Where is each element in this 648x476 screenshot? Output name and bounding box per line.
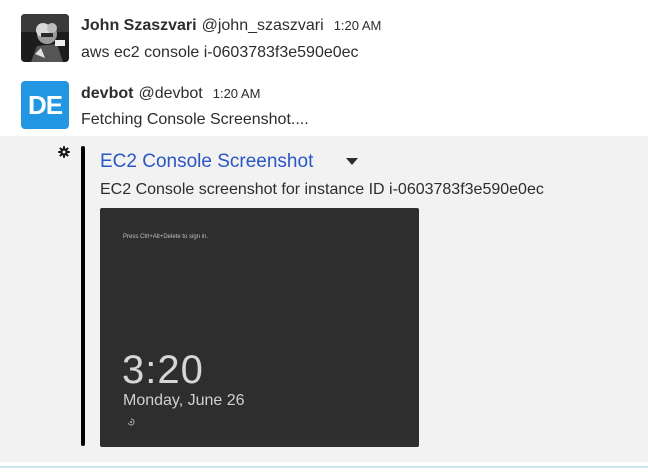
avatar[interactable] [21, 14, 69, 62]
gear-icon[interactable] [58, 146, 70, 158]
avatar[interactable]: DE [21, 81, 69, 129]
message-text: aws ec2 console i-0603783f3e590e0ec [81, 44, 359, 61]
message-item: DE devbot @devbot 1:20 AM Fetching Conso… [0, 68, 648, 136]
author-handle[interactable]: @john_szaszvari [202, 17, 324, 35]
message-header: devbot @devbot 1:20 AM [81, 85, 260, 103]
timestamp[interactable]: 1:20 AM [213, 86, 261, 101]
timestamp[interactable]: 1:20 AM [334, 18, 382, 33]
console-clock: 3:20 [122, 348, 204, 392]
avatar-initials: DE [27, 89, 63, 120]
console-date: Monday, June 26 [123, 392, 245, 409]
message-text: Fetching Console Screenshot.... [81, 111, 309, 128]
author-handle[interactable]: @devbot [138, 85, 202, 103]
attachment-description: EC2 Console screenshot for instance ID i… [100, 181, 544, 198]
message-header: John Szaszvari @john_szaszvari 1:20 AM [81, 17, 381, 35]
message-item: John Szaszvari @john_szaszvari 1:20 AM a… [0, 0, 648, 68]
author-name[interactable]: John Szaszvari [81, 17, 197, 35]
console-signin-hint: Press Ctrl+Alt+Delete to sign in. [123, 234, 209, 240]
console-screenshot-image[interactable]: Press Ctrl+Alt+Delete to sign in. 3:20 M… [100, 208, 419, 447]
user-photo-icon [21, 14, 69, 62]
ease-of-access-icon [127, 418, 135, 426]
chevron-down-icon[interactable] [346, 158, 358, 165]
attachment-color-bar [81, 146, 85, 446]
author-name[interactable]: devbot [81, 85, 133, 103]
divider [0, 466, 648, 468]
attachment-title[interactable]: EC2 Console Screenshot [100, 151, 313, 173]
